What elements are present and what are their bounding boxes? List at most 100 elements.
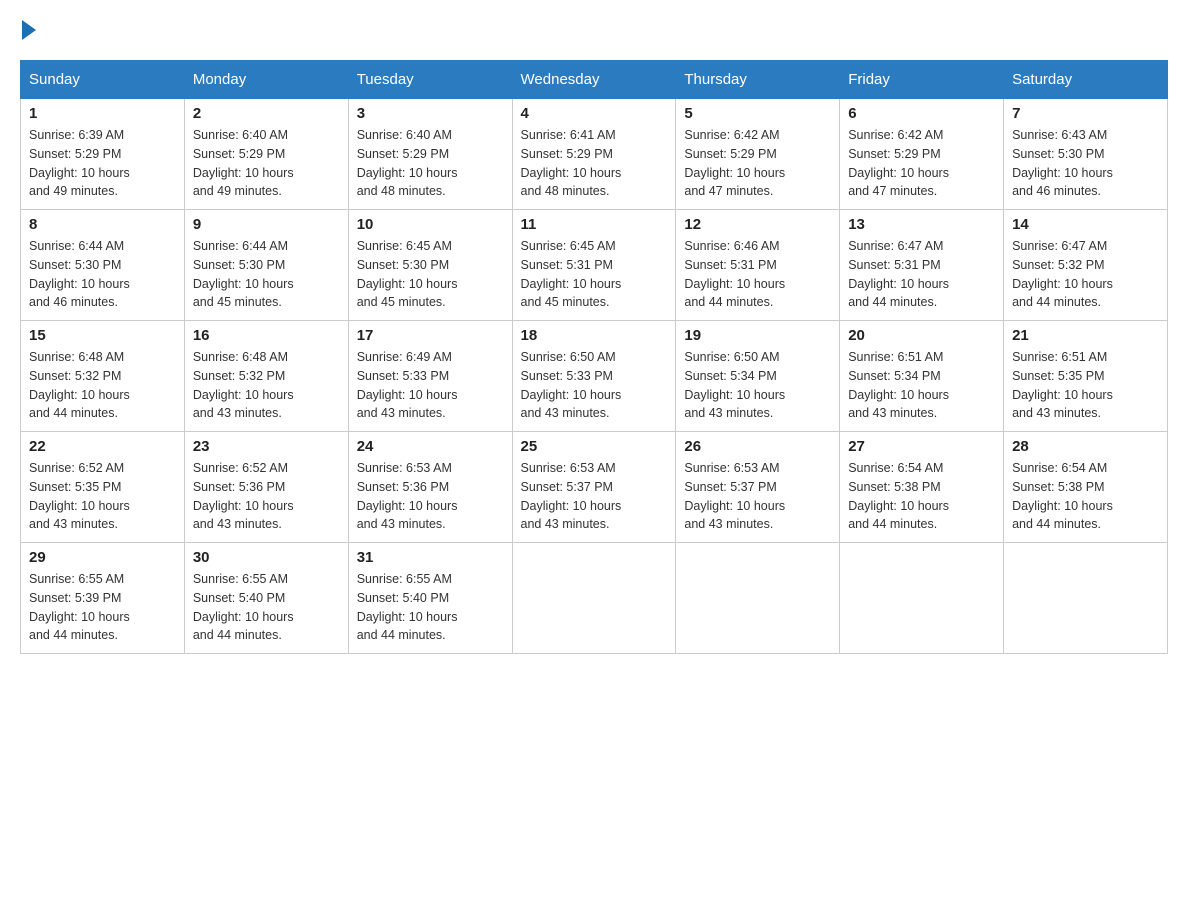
calendar-cell: 31 Sunrise: 6:55 AM Sunset: 5:40 PM Dayl… bbox=[348, 543, 512, 654]
day-number: 12 bbox=[684, 216, 831, 233]
calendar-cell: 16 Sunrise: 6:48 AM Sunset: 5:32 PM Dayl… bbox=[184, 321, 348, 432]
calendar-cell: 13 Sunrise: 6:47 AM Sunset: 5:31 PM Dayl… bbox=[840, 210, 1004, 321]
day-number: 23 bbox=[193, 438, 340, 455]
day-info: Sunrise: 6:52 AM Sunset: 5:36 PM Dayligh… bbox=[193, 459, 340, 534]
day-number: 19 bbox=[684, 327, 831, 344]
day-info: Sunrise: 6:54 AM Sunset: 5:38 PM Dayligh… bbox=[1012, 459, 1159, 534]
col-header-friday: Friday bbox=[840, 61, 1004, 99]
day-number: 5 bbox=[684, 105, 831, 122]
day-info: Sunrise: 6:55 AM Sunset: 5:40 PM Dayligh… bbox=[193, 570, 340, 645]
col-header-thursday: Thursday bbox=[676, 61, 840, 99]
day-info: Sunrise: 6:47 AM Sunset: 5:32 PM Dayligh… bbox=[1012, 237, 1159, 312]
day-info: Sunrise: 6:54 AM Sunset: 5:38 PM Dayligh… bbox=[848, 459, 995, 534]
col-header-tuesday: Tuesday bbox=[348, 61, 512, 99]
calendar-cell bbox=[512, 543, 676, 654]
calendar-cell: 25 Sunrise: 6:53 AM Sunset: 5:37 PM Dayl… bbox=[512, 432, 676, 543]
day-number: 24 bbox=[357, 438, 504, 455]
calendar-cell: 23 Sunrise: 6:52 AM Sunset: 5:36 PM Dayl… bbox=[184, 432, 348, 543]
day-number: 6 bbox=[848, 105, 995, 122]
day-number: 13 bbox=[848, 216, 995, 233]
calendar-cell: 30 Sunrise: 6:55 AM Sunset: 5:40 PM Dayl… bbox=[184, 543, 348, 654]
calendar-cell: 6 Sunrise: 6:42 AM Sunset: 5:29 PM Dayli… bbox=[840, 99, 1004, 210]
day-info: Sunrise: 6:39 AM Sunset: 5:29 PM Dayligh… bbox=[29, 126, 176, 201]
logo bbox=[20, 20, 38, 40]
calendar-cell: 26 Sunrise: 6:53 AM Sunset: 5:37 PM Dayl… bbox=[676, 432, 840, 543]
day-number: 31 bbox=[357, 549, 504, 566]
page-header bbox=[20, 20, 1168, 40]
calendar-table: SundayMondayTuesdayWednesdayThursdayFrid… bbox=[20, 60, 1168, 654]
calendar-cell: 8 Sunrise: 6:44 AM Sunset: 5:30 PM Dayli… bbox=[21, 210, 185, 321]
calendar-cell: 11 Sunrise: 6:45 AM Sunset: 5:31 PM Dayl… bbox=[512, 210, 676, 321]
day-number: 28 bbox=[1012, 438, 1159, 455]
calendar-cell: 7 Sunrise: 6:43 AM Sunset: 5:30 PM Dayli… bbox=[1004, 99, 1168, 210]
calendar-cell: 14 Sunrise: 6:47 AM Sunset: 5:32 PM Dayl… bbox=[1004, 210, 1168, 321]
day-info: Sunrise: 6:48 AM Sunset: 5:32 PM Dayligh… bbox=[29, 348, 176, 423]
day-info: Sunrise: 6:45 AM Sunset: 5:31 PM Dayligh… bbox=[521, 237, 668, 312]
calendar-cell: 5 Sunrise: 6:42 AM Sunset: 5:29 PM Dayli… bbox=[676, 99, 840, 210]
day-info: Sunrise: 6:55 AM Sunset: 5:39 PM Dayligh… bbox=[29, 570, 176, 645]
day-number: 8 bbox=[29, 216, 176, 233]
day-number: 26 bbox=[684, 438, 831, 455]
day-number: 30 bbox=[193, 549, 340, 566]
day-info: Sunrise: 6:42 AM Sunset: 5:29 PM Dayligh… bbox=[848, 126, 995, 201]
calendar-week-row: 22 Sunrise: 6:52 AM Sunset: 5:35 PM Dayl… bbox=[21, 432, 1168, 543]
day-number: 17 bbox=[357, 327, 504, 344]
calendar-cell bbox=[840, 543, 1004, 654]
calendar-week-row: 1 Sunrise: 6:39 AM Sunset: 5:29 PM Dayli… bbox=[21, 99, 1168, 210]
calendar-cell: 22 Sunrise: 6:52 AM Sunset: 5:35 PM Dayl… bbox=[21, 432, 185, 543]
calendar-cell: 24 Sunrise: 6:53 AM Sunset: 5:36 PM Dayl… bbox=[348, 432, 512, 543]
calendar-cell: 28 Sunrise: 6:54 AM Sunset: 5:38 PM Dayl… bbox=[1004, 432, 1168, 543]
day-info: Sunrise: 6:47 AM Sunset: 5:31 PM Dayligh… bbox=[848, 237, 995, 312]
day-number: 2 bbox=[193, 105, 340, 122]
day-number: 22 bbox=[29, 438, 176, 455]
calendar-cell: 27 Sunrise: 6:54 AM Sunset: 5:38 PM Dayl… bbox=[840, 432, 1004, 543]
day-info: Sunrise: 6:52 AM Sunset: 5:35 PM Dayligh… bbox=[29, 459, 176, 534]
calendar-cell: 2 Sunrise: 6:40 AM Sunset: 5:29 PM Dayli… bbox=[184, 99, 348, 210]
day-number: 18 bbox=[521, 327, 668, 344]
col-header-monday: Monday bbox=[184, 61, 348, 99]
day-number: 9 bbox=[193, 216, 340, 233]
calendar-cell: 15 Sunrise: 6:48 AM Sunset: 5:32 PM Dayl… bbox=[21, 321, 185, 432]
day-number: 7 bbox=[1012, 105, 1159, 122]
day-number: 15 bbox=[29, 327, 176, 344]
calendar-cell: 1 Sunrise: 6:39 AM Sunset: 5:29 PM Dayli… bbox=[21, 99, 185, 210]
calendar-week-row: 8 Sunrise: 6:44 AM Sunset: 5:30 PM Dayli… bbox=[21, 210, 1168, 321]
calendar-week-row: 29 Sunrise: 6:55 AM Sunset: 5:39 PM Dayl… bbox=[21, 543, 1168, 654]
calendar-cell: 4 Sunrise: 6:41 AM Sunset: 5:29 PM Dayli… bbox=[512, 99, 676, 210]
day-info: Sunrise: 6:48 AM Sunset: 5:32 PM Dayligh… bbox=[193, 348, 340, 423]
col-header-saturday: Saturday bbox=[1004, 61, 1168, 99]
day-info: Sunrise: 6:53 AM Sunset: 5:37 PM Dayligh… bbox=[684, 459, 831, 534]
calendar-cell: 19 Sunrise: 6:50 AM Sunset: 5:34 PM Dayl… bbox=[676, 321, 840, 432]
day-number: 4 bbox=[521, 105, 668, 122]
day-info: Sunrise: 6:49 AM Sunset: 5:33 PM Dayligh… bbox=[357, 348, 504, 423]
day-info: Sunrise: 6:44 AM Sunset: 5:30 PM Dayligh… bbox=[193, 237, 340, 312]
calendar-cell: 9 Sunrise: 6:44 AM Sunset: 5:30 PM Dayli… bbox=[184, 210, 348, 321]
logo-arrow-icon bbox=[22, 20, 36, 40]
calendar-cell: 17 Sunrise: 6:49 AM Sunset: 5:33 PM Dayl… bbox=[348, 321, 512, 432]
calendar-cell bbox=[676, 543, 840, 654]
day-info: Sunrise: 6:55 AM Sunset: 5:40 PM Dayligh… bbox=[357, 570, 504, 645]
day-number: 3 bbox=[357, 105, 504, 122]
day-number: 27 bbox=[848, 438, 995, 455]
day-number: 25 bbox=[521, 438, 668, 455]
logo-text bbox=[20, 20, 38, 40]
calendar-cell: 21 Sunrise: 6:51 AM Sunset: 5:35 PM Dayl… bbox=[1004, 321, 1168, 432]
calendar-cell bbox=[1004, 543, 1168, 654]
day-info: Sunrise: 6:43 AM Sunset: 5:30 PM Dayligh… bbox=[1012, 126, 1159, 201]
day-number: 10 bbox=[357, 216, 504, 233]
day-info: Sunrise: 6:51 AM Sunset: 5:34 PM Dayligh… bbox=[848, 348, 995, 423]
day-number: 21 bbox=[1012, 327, 1159, 344]
day-info: Sunrise: 6:50 AM Sunset: 5:34 PM Dayligh… bbox=[684, 348, 831, 423]
day-number: 11 bbox=[521, 216, 668, 233]
day-number: 14 bbox=[1012, 216, 1159, 233]
calendar-cell: 12 Sunrise: 6:46 AM Sunset: 5:31 PM Dayl… bbox=[676, 210, 840, 321]
calendar-cell: 10 Sunrise: 6:45 AM Sunset: 5:30 PM Dayl… bbox=[348, 210, 512, 321]
calendar-cell: 29 Sunrise: 6:55 AM Sunset: 5:39 PM Dayl… bbox=[21, 543, 185, 654]
calendar-cell: 18 Sunrise: 6:50 AM Sunset: 5:33 PM Dayl… bbox=[512, 321, 676, 432]
day-info: Sunrise: 6:45 AM Sunset: 5:30 PM Dayligh… bbox=[357, 237, 504, 312]
day-number: 29 bbox=[29, 549, 176, 566]
day-info: Sunrise: 6:51 AM Sunset: 5:35 PM Dayligh… bbox=[1012, 348, 1159, 423]
day-info: Sunrise: 6:50 AM Sunset: 5:33 PM Dayligh… bbox=[521, 348, 668, 423]
day-info: Sunrise: 6:53 AM Sunset: 5:37 PM Dayligh… bbox=[521, 459, 668, 534]
calendar-cell: 3 Sunrise: 6:40 AM Sunset: 5:29 PM Dayli… bbox=[348, 99, 512, 210]
